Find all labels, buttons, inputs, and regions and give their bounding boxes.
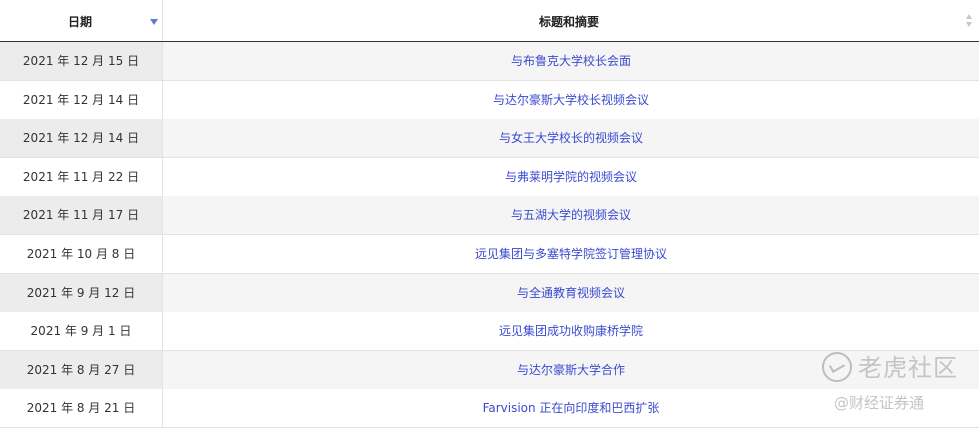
title-link[interactable]: 与五湖大学的视频会议: [163, 196, 979, 234]
date-cell: 2021 年 10 月 8 日: [0, 235, 163, 273]
date-cell: 2021 年 12 月 14 日: [0, 80, 163, 119]
table-row: 2021 年 11 月 17 日与五湖大学的视频会议: [0, 196, 979, 236]
title-link[interactable]: 与达尔豪斯大学校长视频会议: [163, 81, 979, 119]
title-link[interactable]: 与达尔豪斯大学合作: [163, 351, 979, 389]
title-link[interactable]: 远见集团成功收购康桥学院: [163, 312, 979, 350]
date-cell: 2021 年 11 月 17 日: [0, 196, 163, 235]
date-cell: 2021 年 9 月 1 日: [0, 312, 163, 351]
date-cell: 2021 年 11 月 22 日: [0, 157, 163, 196]
table-row: 2021 年 12 月 15 日与布鲁克大学校长会面: [0, 42, 979, 81]
table-row: 2021 年 10 月 8 日远见集团与多塞特学院签订管理协议: [0, 235, 979, 274]
table-row: 2021 年 11 月 22 日与弗莱明学院的视频会议: [0, 157, 979, 197]
table-row: 2021 年 8 月 27 日与达尔豪斯大学合作: [0, 350, 979, 390]
title-link[interactable]: 与布鲁克大学校长会面: [163, 42, 979, 80]
sort-descending-icon[interactable]: [150, 19, 158, 25]
table-row: 2021 年 9 月 1 日远见集团成功收购康桥学院: [0, 312, 979, 352]
title-column-label: 标题和摘要: [539, 15, 600, 29]
date-cell: 2021 年 8 月 21 日: [0, 389, 163, 428]
date-cell: 2021 年 8 月 27 日: [0, 350, 163, 389]
date-cell: 2021 年 12 月 15 日: [0, 42, 163, 80]
table-row: 2021 年 9 月 12 日与全通教育视频会议: [0, 273, 979, 313]
table-row: 2021 年 12 月 14 日与达尔豪斯大学校长视频会议: [0, 80, 979, 120]
sort-down-icon[interactable]: [966, 22, 972, 27]
title-column-header[interactable]: 标题和摘要: [163, 0, 979, 41]
sort-up-icon[interactable]: [966, 14, 972, 19]
title-link[interactable]: 与女王大学校长的视频会议: [163, 119, 979, 157]
table-header: 日期 标题和摘要: [0, 0, 979, 42]
title-link[interactable]: 与弗莱明学院的视频会议: [163, 158, 979, 196]
title-link[interactable]: 与全通教育视频会议: [163, 274, 979, 312]
date-column-header[interactable]: 日期: [0, 0, 163, 41]
date-cell: 2021 年 12 月 14 日: [0, 119, 163, 158]
table-row: 2021 年 12 月 14 日与女王大学校长的视频会议: [0, 119, 979, 159]
title-link[interactable]: 远见集团与多塞特学院签订管理协议: [163, 235, 979, 273]
title-link[interactable]: Farvision 正在向印度和巴西扩张: [163, 389, 979, 427]
date-cell: 2021 年 9 月 12 日: [0, 273, 163, 312]
date-column-label: 日期: [68, 15, 93, 29]
table-row: 2021 年 8 月 21 日 Farvision 正在向印度和巴西扩张: [0, 389, 979, 428]
